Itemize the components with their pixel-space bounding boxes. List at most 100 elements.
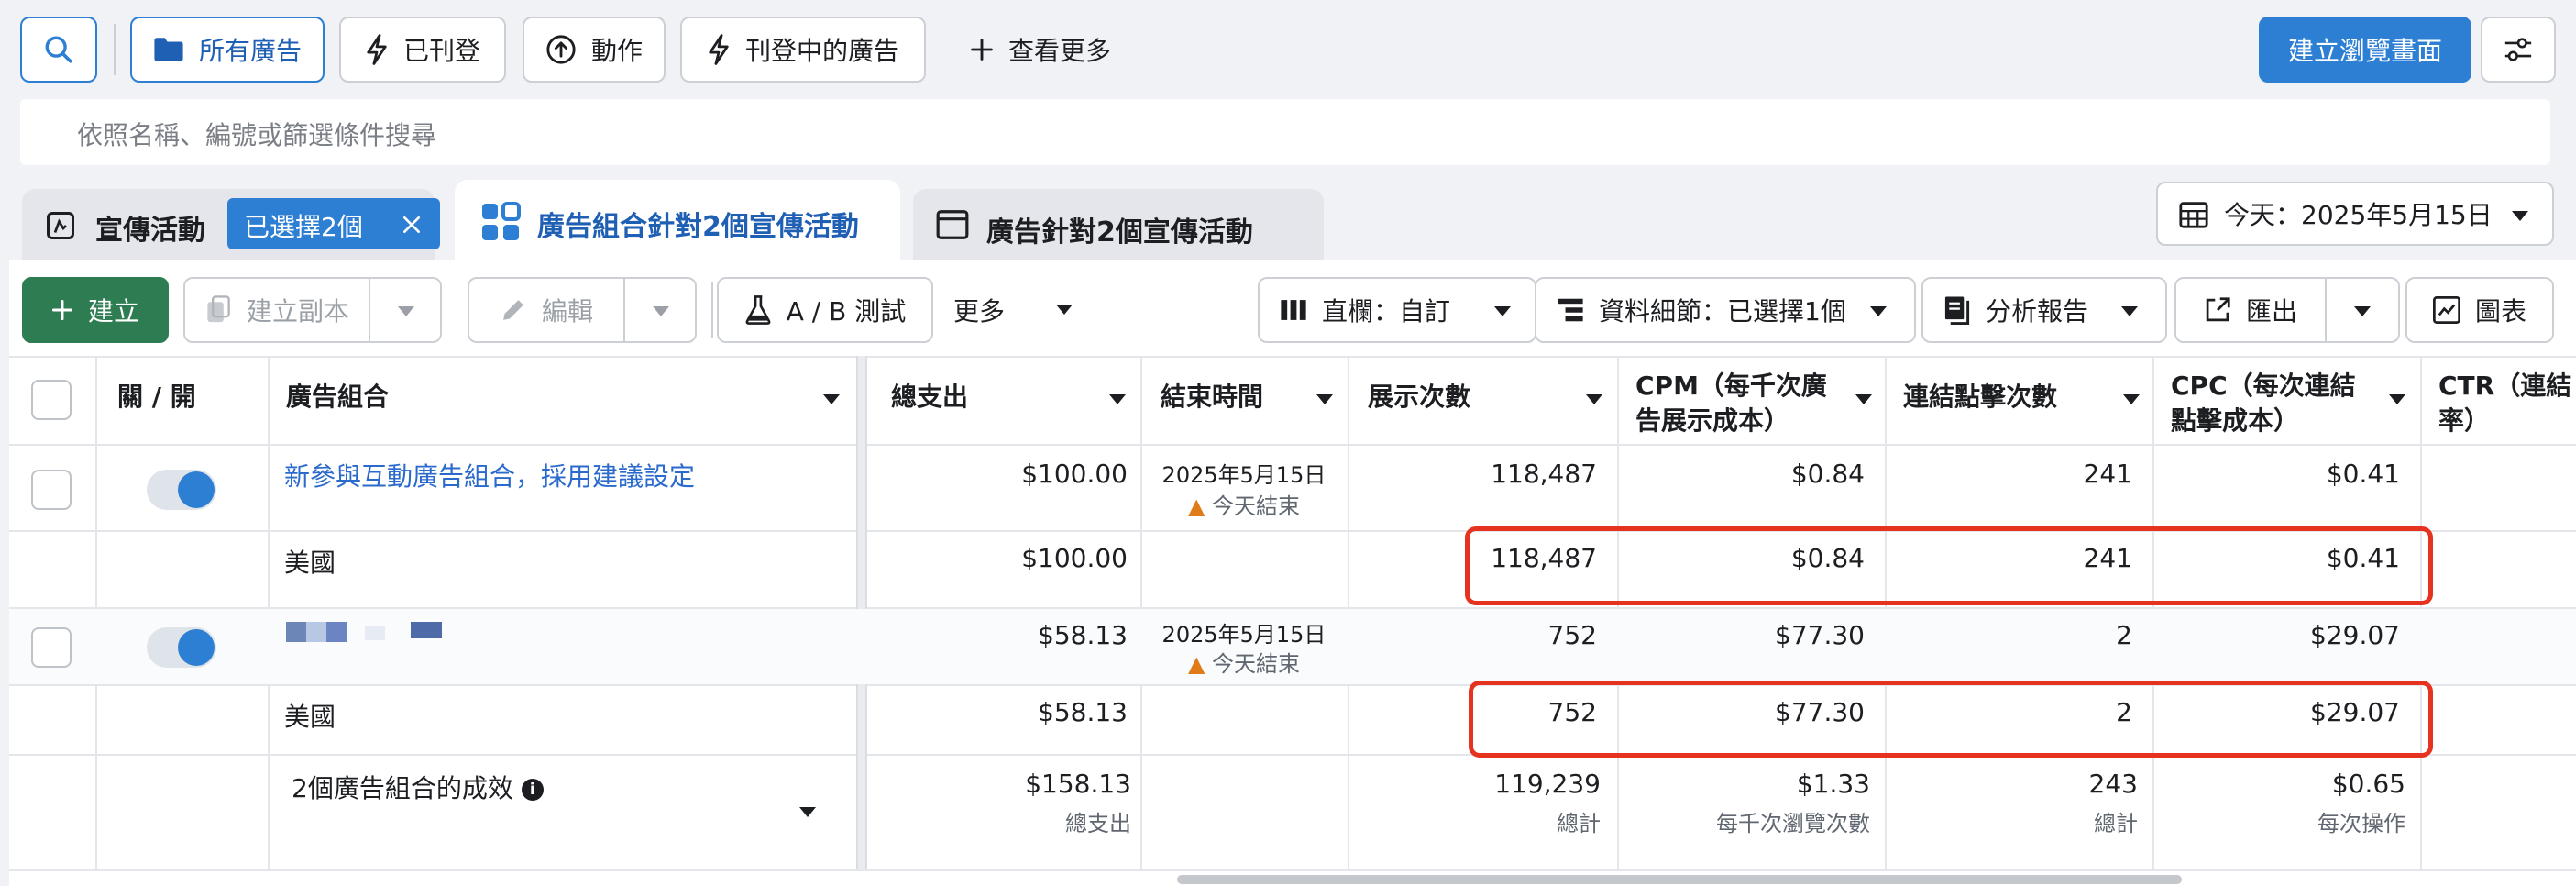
blurred-ad-set-name[interactable]	[277, 618, 442, 646]
col-header-ctr-line1: CTR（連結	[2438, 371, 2572, 401]
summary-label-text: 2個廣告組合的成效	[292, 773, 513, 803]
col-header-toggle[interactable]: 關 / 開	[117, 380, 196, 415]
columns-icon	[1281, 300, 1306, 320]
row-border	[9, 869, 2576, 871]
col-header-cpm-line1: CPM（每千次廣	[1635, 371, 1827, 401]
col-header-impressions[interactable]: 展示次數	[1368, 380, 1470, 415]
filter-published-label: 已刊登	[402, 36, 480, 66]
export-dropdown[interactable]	[2325, 277, 2400, 343]
summary-clicks: 243	[2088, 769, 2138, 799]
summary-spend-sub: 總支出	[1065, 811, 1131, 836]
create-view-button[interactable]: 建立瀏覽畫面	[2259, 17, 2471, 83]
columns-button[interactable]: 直欄：自訂	[1258, 277, 1536, 343]
plus-icon	[971, 39, 993, 61]
ad-sets-panel: 建立 建立副本 編輯 A / B 測試 更多 直欄：自訂 資料細節：已選擇1個 …	[9, 260, 2576, 886]
row-toggle[interactable]	[147, 470, 216, 510]
search-button[interactable]	[20, 17, 97, 83]
col-header-spend[interactable]: 總支出	[891, 380, 968, 415]
col-header-cpm[interactable]: CPM（每千次廣 告展示成本）	[1635, 369, 1827, 438]
chevron-down-icon[interactable]	[1855, 394, 1872, 404]
col-header-clicks[interactable]: 連結點擊次數	[1903, 380, 2057, 415]
col-header-ad-set[interactable]: 廣告組合	[286, 380, 389, 415]
edit-dropdown[interactable]	[623, 277, 697, 343]
export-button[interactable]: 匯出	[2174, 277, 2327, 343]
chevron-down-icon[interactable]	[823, 394, 840, 404]
ab-test-label: A / B 測試	[786, 296, 907, 327]
duplicate-icon	[207, 295, 230, 323]
see-more-button[interactable]: 查看更多	[944, 17, 1137, 83]
bolt-icon	[367, 34, 387, 65]
edit-button[interactable]: 編輯	[468, 277, 625, 343]
highlight-box-row-2	[1469, 681, 2433, 758]
create-button[interactable]: 建立	[22, 277, 169, 343]
breakdown-button[interactable]: 資料細節：已選擇1個	[1535, 277, 1916, 343]
col-header-ctr-line2: 率）	[2438, 405, 2491, 436]
export-icon	[2206, 297, 2230, 322]
chevron-down-icon[interactable]	[1109, 394, 1126, 404]
filter-active-ads-label: 刊登中的廣告	[744, 36, 899, 66]
end-note: ▲ 今天結束	[1146, 646, 1342, 678]
see-more-label: 查看更多	[1007, 36, 1111, 66]
search-icon	[45, 36, 72, 63]
view-settings-button[interactable]	[2481, 17, 2556, 83]
chevron-down-icon[interactable]	[1316, 394, 1333, 404]
col-header-ctr[interactable]: CTR（連結 率）	[2438, 369, 2571, 438]
spend-value: $100.00	[1021, 543, 1128, 573]
summary-cpm-sub: 每千次瀏覽次數	[1716, 811, 1870, 836]
ab-test-button[interactable]: A / B 測試	[717, 277, 933, 343]
create-label: 建立	[87, 296, 139, 327]
plus-icon	[51, 299, 73, 321]
filter-actions[interactable]: 動作	[523, 17, 666, 83]
row-toggle[interactable]	[147, 627, 216, 668]
filter-published[interactable]: 已刊登	[339, 17, 506, 83]
filter-actions-label: 動作	[590, 36, 643, 66]
duplicate-button[interactable]: 建立副本	[183, 277, 370, 343]
end-note-label: 今天結束	[1212, 651, 1301, 677]
filter-active-ads[interactable]: 刊登中的廣告	[680, 17, 926, 83]
col-header-cpc[interactable]: CPC（每次連結 點擊成本）	[2171, 369, 2356, 438]
chevron-down-icon	[2354, 306, 2371, 316]
table-row[interactable]: $58.13 2025年5月15日 ▲ 今天結束 752 $77.30 2 $2…	[9, 609, 2576, 684]
grid-icon	[482, 202, 521, 240]
tab-campaigns[interactable]: 宣傳活動 已選擇2個	[22, 189, 440, 260]
close-icon[interactable]	[402, 215, 422, 235]
breakdown-label: 資料細節：已選擇1個	[1599, 296, 1846, 327]
chevron-down-icon[interactable]	[2389, 394, 2405, 404]
more-button[interactable]: 更多	[953, 277, 1073, 343]
col-header-cpc-line1: CPC（每次連結	[2171, 371, 2356, 401]
chevron-down-icon[interactable]	[1586, 394, 1602, 404]
chevron-down-icon[interactable]	[2123, 394, 2140, 404]
charts-button[interactable]: 圖表	[2405, 277, 2554, 343]
charts-label: 圖表	[2474, 296, 2526, 327]
info-icon[interactable]: i	[521, 779, 544, 801]
end-note-label: 今天結束	[1212, 493, 1301, 519]
tab-ads[interactable]: 廣告針對2個宣傳活動	[913, 189, 1324, 260]
summary-impressions: 119,239	[1494, 769, 1601, 799]
chevron-down-icon	[2512, 211, 2528, 221]
row-checkbox[interactable]	[31, 470, 72, 510]
select-all-checkbox[interactable]	[31, 380, 72, 420]
duplicate-dropdown[interactable]	[369, 277, 442, 343]
summary-cpc: $0.65	[2331, 769, 2405, 799]
ad-set-name-link[interactable]: 新參與互動廣告組合，採用建議設定	[284, 457, 695, 493]
search-input[interactable]: 依照名稱、編號或篩選條件搜尋	[20, 99, 2550, 165]
row-checkbox[interactable]	[31, 627, 72, 668]
end-note: ▲ 今天結束	[1146, 488, 1342, 520]
table-row[interactable]: 新參與互動廣告組合，採用建議設定 $100.00 2025年5月15日 ▲ 今天…	[9, 446, 2576, 530]
selected-badge[interactable]: 已選擇2個	[227, 198, 440, 249]
create-view-label: 建立瀏覽畫面	[2287, 36, 2442, 66]
warning-icon: ▲	[1187, 493, 1205, 519]
date-range-picker[interactable]: 今天：2025年5月15日	[2156, 182, 2554, 246]
chevron-down-icon[interactable]	[799, 807, 816, 817]
filter-all-ads[interactable]: 所有廣告	[130, 17, 325, 83]
clicks-value: 2	[2116, 620, 2132, 650]
spend-value: $58.13	[1038, 697, 1128, 727]
tab-ad-sets[interactable]: 廣告組合針對2個宣傳活動	[455, 180, 900, 266]
date-range-label: 今天：2025年5月15日	[2224, 200, 2493, 230]
horizontal-scrollbar[interactable]	[1177, 875, 2182, 884]
filter-all-ads-label: 所有廣告	[198, 36, 302, 66]
chevron-down-icon	[1870, 306, 1887, 316]
reports-button[interactable]: 分析報告	[1921, 277, 2167, 343]
summary-label: 2個廣告組合的成效 i	[292, 769, 544, 805]
col-header-end-time[interactable]: 結束時間	[1161, 380, 1263, 415]
